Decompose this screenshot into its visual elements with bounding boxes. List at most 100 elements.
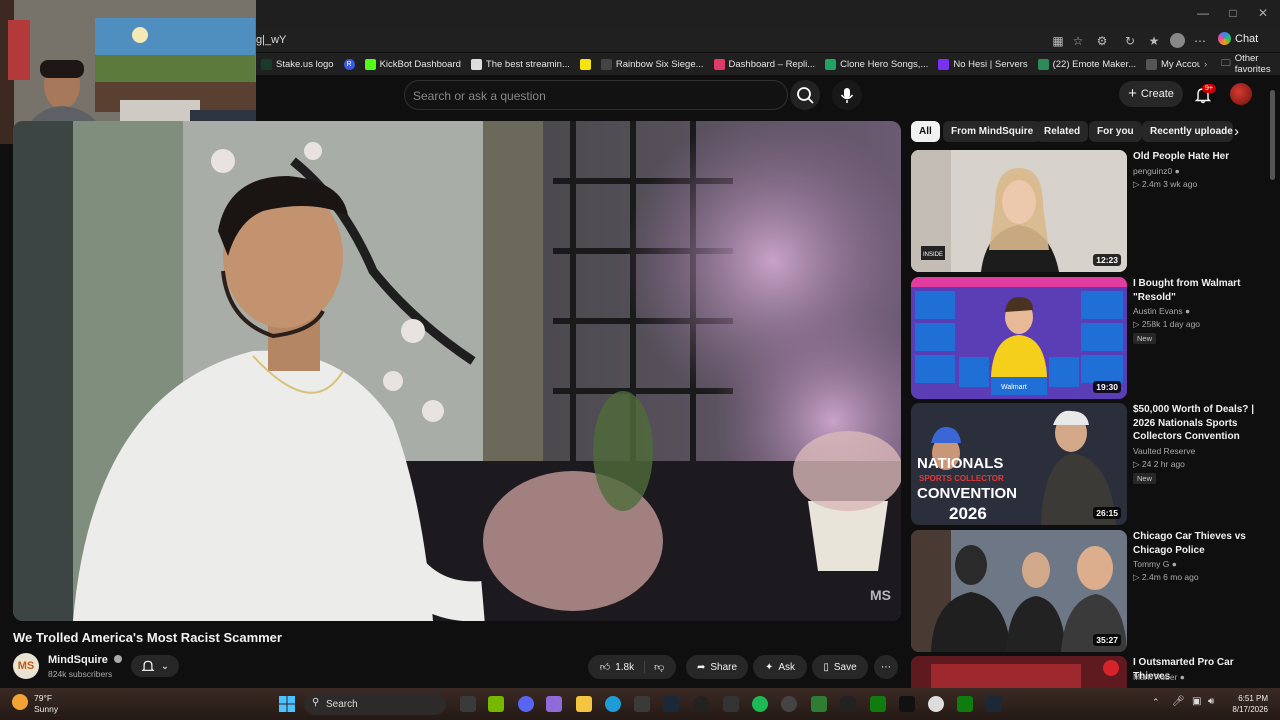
recommendation-title[interactable]: Chicago Car Thieves vs Chicago Police bbox=[1133, 530, 1268, 557]
recommendation-thumbnail[interactable]: INSIDE 12:23 bbox=[911, 150, 1127, 272]
store-icon[interactable] bbox=[634, 696, 650, 712]
clock-time: 6:51 PM bbox=[1238, 694, 1268, 703]
recommendation-title[interactable]: Old People Hate Her bbox=[1133, 150, 1268, 164]
steam-app-icon[interactable] bbox=[986, 696, 1002, 712]
star-icon[interactable]: ☆ bbox=[1070, 33, 1086, 49]
bookmark-item[interactable]: Clone Hero Songs,... bbox=[820, 53, 933, 75]
chip-all[interactable]: All bbox=[911, 121, 940, 142]
search-button[interactable] bbox=[790, 80, 820, 110]
minimize-icon[interactable]: — bbox=[1188, 6, 1218, 20]
recommendation-channel[interactable]: Tommy G ● bbox=[1133, 559, 1177, 569]
bookmark-label: No Hesi | Servers bbox=[953, 58, 1028, 70]
scrollbar[interactable] bbox=[1270, 90, 1275, 180]
recommendation-meta: ▷ 24 2 hr ago bbox=[1133, 459, 1185, 469]
new-badge: New bbox=[1133, 473, 1157, 484]
xbox-app-icon[interactable] bbox=[957, 696, 973, 712]
chevron-right-icon[interactable]: › bbox=[1234, 123, 1239, 140]
create-button[interactable]: + Create bbox=[1119, 81, 1183, 107]
volume-icon[interactable]: 🔊︎ bbox=[1208, 696, 1214, 707]
account-avatar[interactable] bbox=[1230, 83, 1252, 105]
search-input[interactable] bbox=[405, 81, 775, 111]
network-icon[interactable]: ▣ bbox=[1192, 696, 1201, 707]
copilot-app-icon[interactable] bbox=[546, 696, 562, 712]
extension-icon[interactable]: ⚙ bbox=[1094, 33, 1110, 49]
copilot-chat-button[interactable]: Chat bbox=[1218, 32, 1258, 45]
bookmark-label: (22) Emote Maker... bbox=[1052, 58, 1137, 70]
ask-button[interactable]: ✦ Ask bbox=[753, 655, 807, 679]
close-icon[interactable]: ✕ bbox=[1248, 6, 1278, 20]
microphone-tray-icon[interactable]: 🎤︎ bbox=[1172, 696, 1185, 707]
app-stripes-icon[interactable] bbox=[840, 696, 856, 712]
other-favorites[interactable]: › 🗀 Other favorites bbox=[1200, 53, 1280, 75]
like-button[interactable]: 👍︎ 1.8k bbox=[600, 661, 646, 673]
save-button[interactable]: ▯ Save bbox=[812, 655, 868, 679]
channel-name-text[interactable]: MindSquire bbox=[48, 654, 108, 666]
settings-icon[interactable] bbox=[723, 696, 739, 712]
bookmark-favicon-icon bbox=[713, 58, 725, 70]
search-box[interactable] bbox=[404, 80, 788, 111]
share-button[interactable]: ➦ Share bbox=[686, 655, 748, 679]
weather-icon[interactable] bbox=[12, 694, 28, 710]
recommendation-channel[interactable]: Vaulted Reserve bbox=[1133, 446, 1195, 456]
xbox-icon[interactable] bbox=[870, 696, 886, 712]
subscription-notifications-button[interactable]: ⌄ bbox=[131, 655, 179, 677]
favorites-icon[interactable]: ★ bbox=[1146, 33, 1162, 49]
clock[interactable]: 6:51 PM 8/17/2026 bbox=[1222, 693, 1268, 715]
recommendation-channel[interactable]: penguinz0 ● bbox=[1133, 166, 1180, 176]
microphone-icon bbox=[840, 88, 854, 103]
task-view-icon[interactable] bbox=[460, 696, 476, 712]
profile-icon[interactable] bbox=[1170, 33, 1185, 48]
channel-avatar[interactable]: MS bbox=[13, 653, 39, 679]
tray-chevron-icon[interactable]: ⌃ bbox=[1152, 697, 1160, 708]
start-button[interactable] bbox=[279, 696, 295, 712]
recommendation-thumbnail[interactable]: Walmart 19:30 bbox=[911, 277, 1127, 399]
edge-icon[interactable] bbox=[605, 696, 621, 712]
refresh-icon[interactable]: ↻ bbox=[1122, 33, 1138, 49]
chip-related[interactable]: Related bbox=[1036, 121, 1089, 142]
bookmark-item[interactable]: KickBot Dashboard bbox=[360, 53, 466, 75]
channel-name[interactable]: MindSquire bbox=[48, 654, 122, 666]
bookmark-item[interactable]: No Hesi | Servers bbox=[933, 53, 1032, 75]
verified-icon: ● bbox=[1174, 166, 1180, 176]
search-icon: ⚲ bbox=[312, 697, 320, 708]
voice-search-button[interactable] bbox=[832, 80, 862, 110]
spotify-icon[interactable] bbox=[752, 696, 768, 712]
app-b-icon[interactable] bbox=[811, 696, 827, 712]
bookmark-item[interactable]: Stake.us logo bbox=[256, 53, 339, 75]
recommendation-channel[interactable]: Mark Rober ● bbox=[1133, 672, 1185, 682]
4k-app-icon[interactable] bbox=[781, 696, 797, 712]
maximize-icon[interactable]: □ bbox=[1218, 6, 1248, 20]
recommendation-title[interactable]: I Bought from Walmart "Resold" bbox=[1133, 277, 1268, 304]
grid-icon[interactable]: ▦ bbox=[1050, 33, 1066, 49]
discord-icon[interactable] bbox=[518, 696, 534, 712]
more-icon[interactable]: ⋯ bbox=[1192, 33, 1208, 49]
recommendation-channel[interactable]: Austin Evans ● bbox=[1133, 306, 1190, 316]
app-dark-icon[interactable] bbox=[899, 696, 915, 712]
bookmark-item[interactable] bbox=[575, 53, 596, 75]
file-explorer-icon[interactable] bbox=[576, 696, 592, 712]
steam-icon[interactable] bbox=[663, 696, 679, 712]
chip-from-channel[interactable]: From MindSquire bbox=[943, 121, 1042, 142]
chrome-icon[interactable] bbox=[928, 696, 944, 712]
bookmark-item[interactable]: Dashboard – Repli... bbox=[709, 53, 821, 75]
recommendation-title[interactable]: $50,000 Worth of Deals? | 2026 Nationals… bbox=[1133, 403, 1268, 444]
recommendation-thumbnail[interactable] bbox=[911, 656, 1127, 688]
recommendation-thumbnail[interactable]: NATIONALS SPORTS COLLECTOR CONVENTION 20… bbox=[911, 403, 1127, 525]
bookmark-item[interactable]: (22) Emote Maker... bbox=[1033, 53, 1141, 75]
taskbar-search[interactable]: ⚲ Search bbox=[304, 693, 446, 715]
bookmark-item[interactable]: The best streamin... bbox=[466, 53, 575, 75]
chip-recently-uploaded[interactable]: Recently uploade bbox=[1142, 121, 1233, 142]
chip-for-you[interactable]: For you bbox=[1089, 121, 1142, 142]
bookmark-item[interactable]: R bbox=[339, 53, 360, 75]
address-text[interactable]: g|_wY bbox=[256, 34, 286, 46]
bookmark-item[interactable]: Rainbow Six Siege... bbox=[596, 53, 709, 75]
dislike-button[interactable]: 👎︎ bbox=[650, 661, 664, 673]
weather-widget[interactable]: 79°F Sunny bbox=[34, 693, 58, 715]
video-player[interactable]: MS bbox=[13, 121, 901, 621]
plus-icon: + bbox=[1128, 85, 1137, 102]
bookmark-favicon-icon: R bbox=[343, 58, 355, 70]
nvidia-icon[interactable] bbox=[488, 696, 504, 712]
more-actions-button[interactable]: ⋯ bbox=[874, 655, 898, 679]
obs-icon[interactable] bbox=[693, 696, 709, 712]
recommendation-thumbnail[interactable]: 35:27 bbox=[911, 530, 1127, 652]
